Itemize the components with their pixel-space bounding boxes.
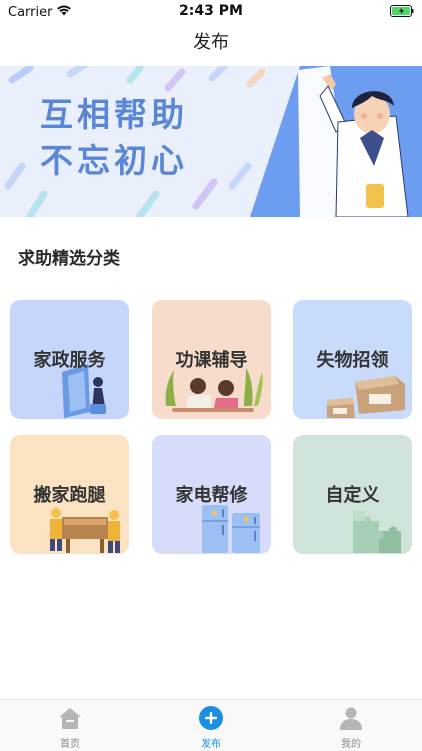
status-time: 2:43 PM xyxy=(179,3,243,19)
banner-line-2: 不忘初心 xyxy=(40,141,188,180)
category-label: 自定义 xyxy=(325,485,380,506)
category-label: 失物招领 xyxy=(316,350,389,371)
category-tutoring-card[interactable]: 功课辅导 xyxy=(152,300,271,419)
plus-circle-icon xyxy=(199,706,223,734)
banner[interactable]: 互相帮助 不忘初心 xyxy=(0,66,422,217)
home-icon xyxy=(58,706,82,734)
tab-mine[interactable]: 我的 xyxy=(301,700,401,751)
status-bar: Carrier 2:43 PM xyxy=(0,0,422,22)
user-icon xyxy=(339,706,363,734)
tab-home-label: 首页 xyxy=(60,739,80,750)
category-label: 家电帮修 xyxy=(175,485,248,506)
page-title: 发布 xyxy=(193,32,229,53)
category-lost-found-card[interactable]: 失物招领 xyxy=(293,300,412,419)
category-appliance-repair-card[interactable]: 家电帮修 xyxy=(152,435,271,554)
tab-home[interactable]: 首页 xyxy=(20,700,120,751)
section-title: 求助精选分类 xyxy=(18,249,120,269)
category-custom-card[interactable]: 自定义 xyxy=(293,435,412,554)
category-housekeeping-card[interactable]: 家政服务 xyxy=(10,300,129,419)
category-moving-errands-card[interactable]: 搬家跑腿 xyxy=(10,435,129,554)
category-label: 功课辅导 xyxy=(175,350,248,371)
nav-bar: 发布 xyxy=(0,22,422,64)
battery-icon xyxy=(390,5,414,21)
tab-publish[interactable]: 发布 xyxy=(161,700,261,751)
category-label: 搬家跑腿 xyxy=(33,485,106,506)
tab-publish-label: 发布 xyxy=(201,739,221,750)
banner-line-1: 互相帮助 xyxy=(40,95,188,134)
tab-bar: 首页 发布 我的 xyxy=(0,699,422,751)
category-label: 家政服务 xyxy=(33,350,106,371)
banner-slogan: 互相帮助 不忘初心 xyxy=(40,92,240,184)
tab-mine-label: 我的 xyxy=(341,739,361,750)
